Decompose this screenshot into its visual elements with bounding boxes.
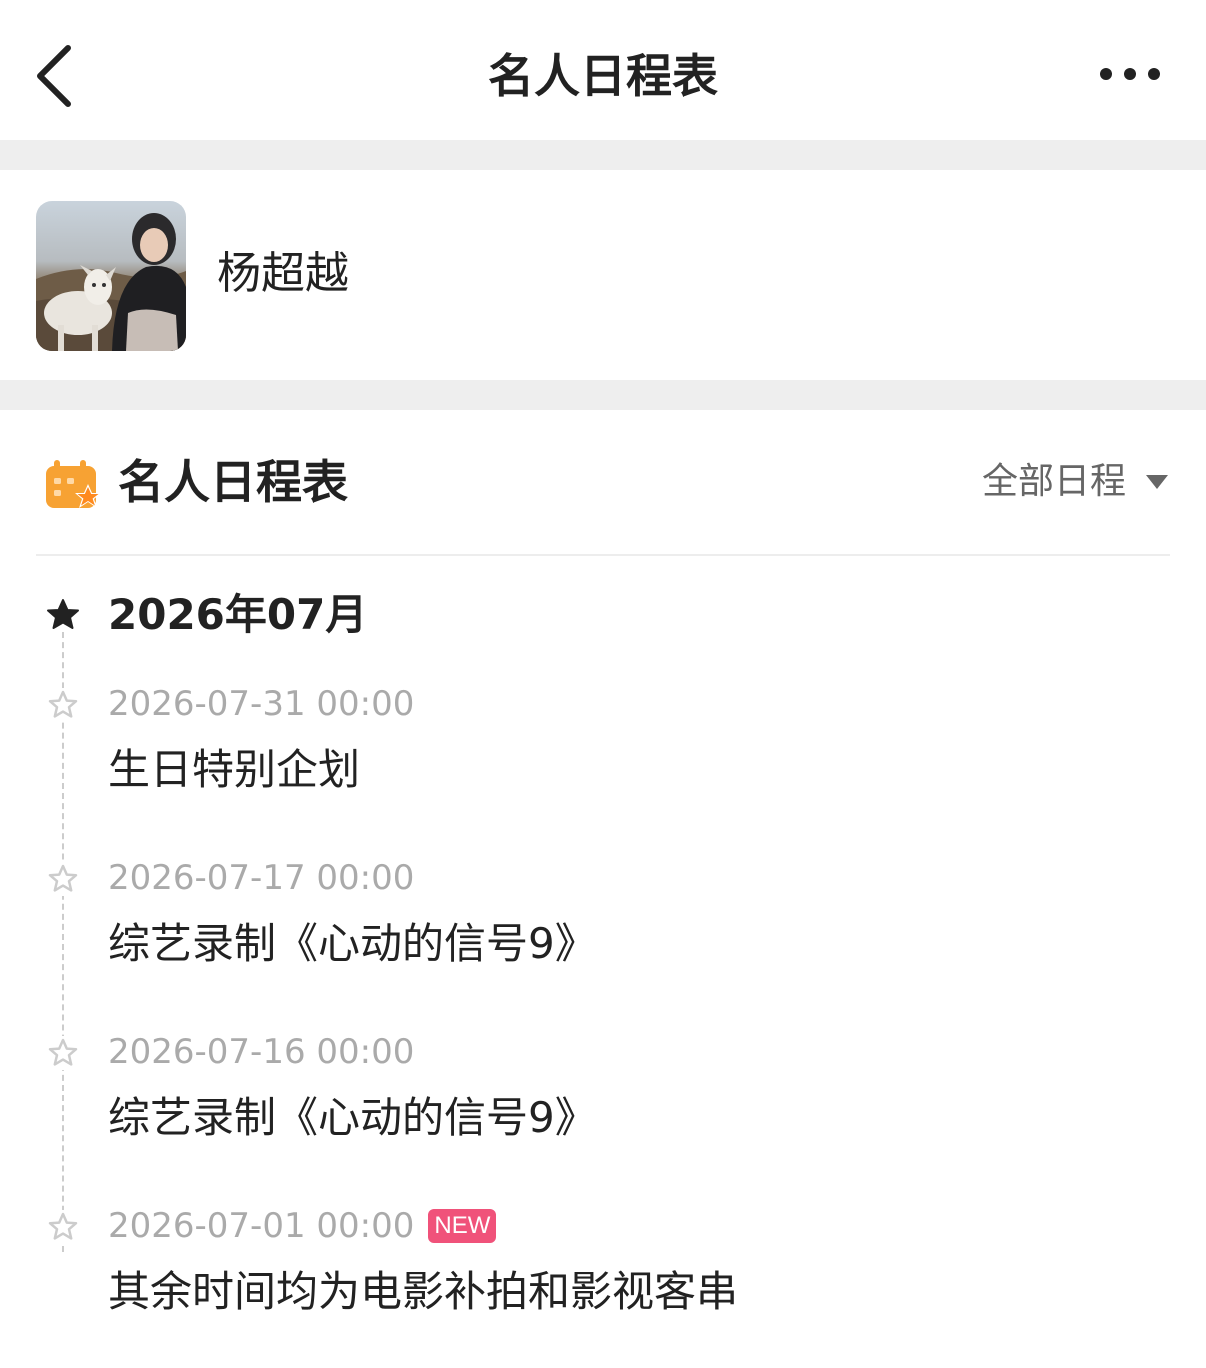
event-time-row: 2026-07-17 00:00 [108,850,414,906]
avatar-photo [36,201,186,351]
star-outline-icon [46,688,80,722]
event-title: 其余时间均为电影补拍和影视客串 [108,1267,739,1316]
month-star-icon [47,599,79,629]
event-title: 综艺录制《心动的信号9》 [108,919,597,968]
star-outline-icon [46,862,80,896]
schedule-filter-dropdown[interactable]: 全部日程 [982,458,1170,506]
event-time-row: 2026-07-01 00:00 NEW [108,1198,497,1254]
event-time: 2026-07-16 00:00 [108,1032,415,1072]
more-button[interactable] [1090,56,1174,92]
celebrity-profile[interactable]: 杨超越 [0,170,1206,380]
nav-bar: 名人日程表 [0,0,1206,140]
schedule-timeline: 2026年07月 2026-07-31 00:00 生日特别企划 2026-07… [0,556,1206,1368]
calendar-star-icon [44,460,102,512]
section-divider [0,380,1206,410]
event-time-row: 2026-07-31 00:00 [108,676,414,732]
celebrity-name: 杨超越 [217,248,349,299]
filter-label: 全部日程 [981,461,1126,502]
schedule-header: 名人日程表 全部日程 [0,410,1206,556]
section-divider [0,140,1206,170]
triangle-down-icon [1146,475,1168,489]
schedule-event[interactable]: 2026-07-31 00:00 生日特别企划 [0,672,1206,846]
event-time: 2026-07-01 00:00 [108,1206,415,1246]
event-title: 综艺录制《心动的信号9》 [108,1093,597,1142]
schedule-title: 名人日程表 [118,455,348,509]
schedule-event[interactable]: 2026-07-01 00:00 NEW 其余时间均为电影补拍和影视客串 [0,1194,1206,1368]
event-time: 2026-07-17 00:00 [108,858,415,898]
event-title: 生日特别企划 [108,745,361,794]
star-outline-icon [46,1210,80,1244]
schedule-event[interactable]: 2026-07-16 00:00 综艺录制《心动的信号9》 [0,1020,1206,1194]
schedule-event[interactable]: 2026-07-17 00:00 综艺录制《心动的信号9》 [0,846,1206,1020]
avatar[interactable] [36,201,186,351]
more-dots-icon [1100,68,1160,80]
month-heading: 2026年07月 [108,590,368,639]
new-badge: NEW [428,1209,497,1243]
event-time-row: 2026-07-16 00:00 [108,1024,414,1080]
page-title: 名人日程表 [488,49,718,103]
star-outline-icon [46,1036,80,1070]
event-time: 2026-07-31 00:00 [108,684,415,724]
